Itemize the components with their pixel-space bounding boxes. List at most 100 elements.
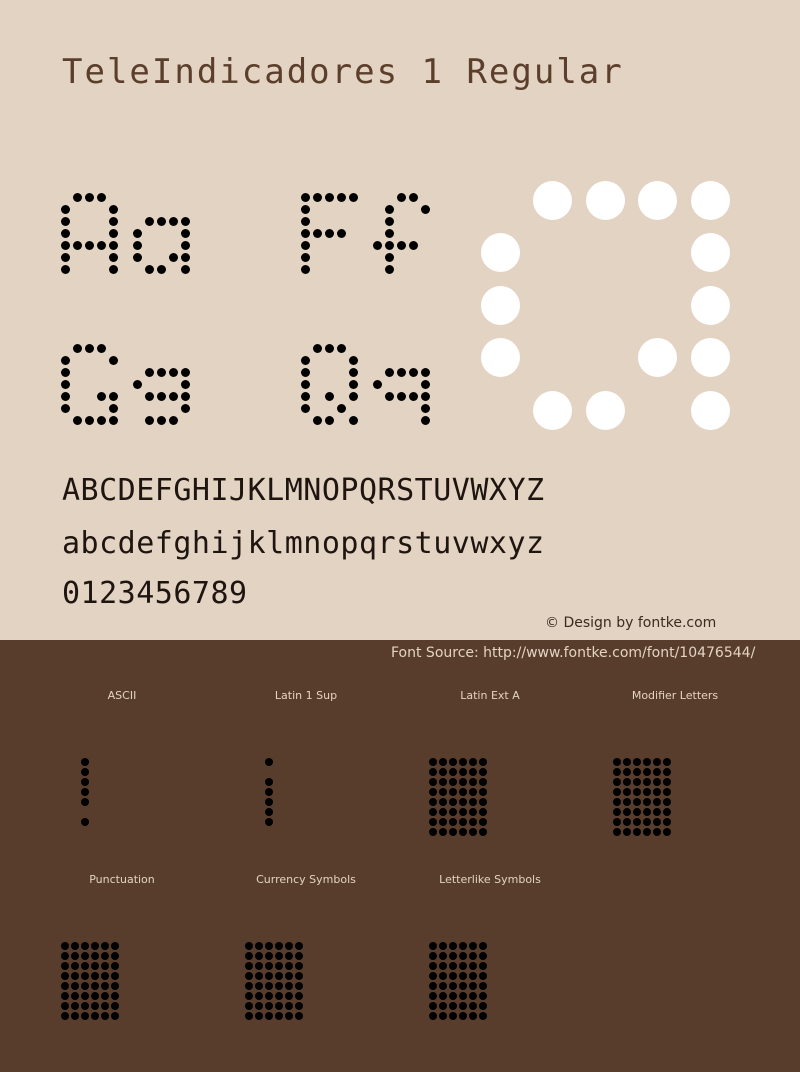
letterlike-missing-glyph-dot	[449, 992, 457, 1000]
modifier-missing-glyph-dot	[633, 758, 641, 766]
punctuation-missing-glyph-dot	[81, 942, 89, 950]
punctuation-missing-glyph-dot	[101, 992, 109, 1000]
letterlike-missing-glyph-dot	[479, 1012, 487, 1020]
punctuation-missing-glyph-dot	[61, 972, 69, 980]
block-label-modifier: Modifier Letters	[631, 689, 719, 702]
latinexta-missing-glyph-dot	[479, 758, 487, 766]
glyph-G-dot	[60, 379, 70, 389]
currency-missing-glyph-dot	[295, 992, 303, 1000]
glyph-a-dot	[144, 264, 154, 274]
letterlike-missing-glyph-dot	[429, 1012, 437, 1020]
latin1-inverted-exclamation-dot	[265, 788, 273, 796]
currency-missing-glyph-dot	[255, 1002, 263, 1010]
letterlike-missing-glyph-dot	[439, 992, 447, 1000]
glyph-a-dot	[156, 216, 166, 226]
glyph-A-dot	[84, 192, 94, 202]
currency-missing-glyph-dot	[265, 972, 273, 980]
glyph-g-dot	[168, 391, 178, 401]
modifier-missing-glyph-dot	[623, 768, 631, 776]
latinexta-missing-glyph-dot	[479, 818, 487, 826]
punctuation-missing-glyph-dot	[111, 982, 119, 990]
glyph-g-dot	[144, 391, 154, 401]
latinexta-missing-glyph-dot	[429, 788, 437, 796]
glyph-a-dot	[180, 228, 190, 238]
glyph-G-dot	[60, 355, 70, 365]
punctuation-missing-glyph-dot	[81, 1012, 89, 1020]
glyph-f-dot	[408, 240, 418, 250]
latinexta-missing-glyph-dot	[429, 808, 437, 816]
punctuation-missing-glyph-dot	[71, 972, 79, 980]
currency-missing-glyph-dot	[245, 1012, 253, 1020]
latinexta-missing-glyph-dot	[449, 818, 457, 826]
punctuation-missing-glyph-dot	[101, 972, 109, 980]
glyph-f-dot	[396, 240, 406, 250]
latinexta-missing-glyph-dot	[459, 768, 467, 776]
letterlike-missing-glyph-dot	[459, 992, 467, 1000]
modifier-missing-glyph-dot	[623, 798, 631, 806]
letterlike-missing-glyph-dot	[449, 972, 457, 980]
letterlike-missing-glyph-dot	[439, 1002, 447, 1010]
glyph-G-dot	[108, 415, 118, 425]
punctuation-missing-glyph-dot	[91, 1012, 99, 1020]
glyph-Q-dot	[324, 343, 334, 353]
glyph-Q-dot	[348, 367, 358, 377]
glyph-Q-dot	[348, 379, 358, 389]
lowercase-line: abcdefghijklmnopqrstuvwxyz	[62, 526, 545, 561]
font-source-link[interactable]: Font Source: http://www.fontke.com/font/…	[391, 645, 755, 661]
latinexta-missing-glyph-dot	[469, 768, 477, 776]
glyph-Q-dot	[324, 415, 334, 425]
glyph-Q-dot	[336, 403, 346, 413]
punctuation-missing-glyph-dot	[101, 1002, 109, 1010]
punctuation-missing-glyph-dot	[81, 1002, 89, 1010]
glyph-A-dot	[96, 192, 106, 202]
glyph-F-dot	[300, 204, 310, 214]
currency-missing-glyph-dot	[285, 972, 293, 980]
glyph-G-dot	[108, 391, 118, 401]
currency-missing-glyph-dot	[245, 992, 253, 1000]
glyph-a-dot	[132, 240, 142, 250]
letterlike-missing-glyph-dot	[429, 972, 437, 980]
glyph-A-dot	[108, 252, 118, 262]
punctuation-missing-glyph-dot	[111, 962, 119, 970]
glyph-Q-dot	[300, 379, 310, 389]
glyph-g-dot	[144, 415, 154, 425]
glyph-G-dot	[96, 415, 106, 425]
latinexta-missing-glyph-dot	[459, 828, 467, 836]
modifier-missing-glyph-dot	[613, 768, 621, 776]
latinexta-missing-glyph-dot	[459, 788, 467, 796]
glyph-a-dot	[180, 240, 190, 250]
glyph-A-dot	[60, 228, 70, 238]
glyph-G-dot	[96, 343, 106, 353]
punctuation-missing-glyph-dot	[61, 962, 69, 970]
letterlike-missing-glyph-dot	[449, 942, 457, 950]
latinexta-missing-glyph-dot	[449, 788, 457, 796]
punctuation-missing-glyph-dot	[91, 962, 99, 970]
glyph-Q-dot	[312, 343, 322, 353]
glyph-A-dot	[60, 204, 70, 214]
latinexta-missing-glyph-dot	[479, 828, 487, 836]
glyph-A-dot	[60, 216, 70, 226]
modifier-missing-glyph-dot	[653, 828, 661, 836]
currency-missing-glyph-dot	[275, 952, 283, 960]
latinexta-missing-glyph-dot	[469, 788, 477, 796]
currency-missing-glyph-dot	[245, 952, 253, 960]
letterlike-missing-glyph-dot	[459, 942, 467, 950]
glyph-large-a-dot	[480, 233, 520, 272]
punctuation-missing-glyph-dot	[111, 1002, 119, 1010]
glyph-q-dot	[408, 367, 418, 377]
currency-missing-glyph-dot	[295, 962, 303, 970]
glyph-F-dot	[336, 192, 346, 202]
latinexta-missing-glyph-dot	[479, 798, 487, 806]
latinexta-missing-glyph-dot	[439, 788, 447, 796]
modifier-missing-glyph-dot	[633, 768, 641, 776]
glyph-G-dot	[60, 367, 70, 377]
currency-missing-glyph-dot	[265, 942, 273, 950]
glyph-F-dot	[324, 228, 334, 238]
ascii-exclamation-dot	[81, 798, 89, 806]
modifier-missing-glyph-dot	[613, 778, 621, 786]
glyph-large-a-dot	[638, 180, 677, 220]
modifier-missing-glyph-dot	[623, 828, 631, 836]
punctuation-missing-glyph-dot	[101, 952, 109, 960]
currency-missing-glyph-dot	[245, 962, 253, 970]
modifier-missing-glyph-dot	[643, 818, 651, 826]
